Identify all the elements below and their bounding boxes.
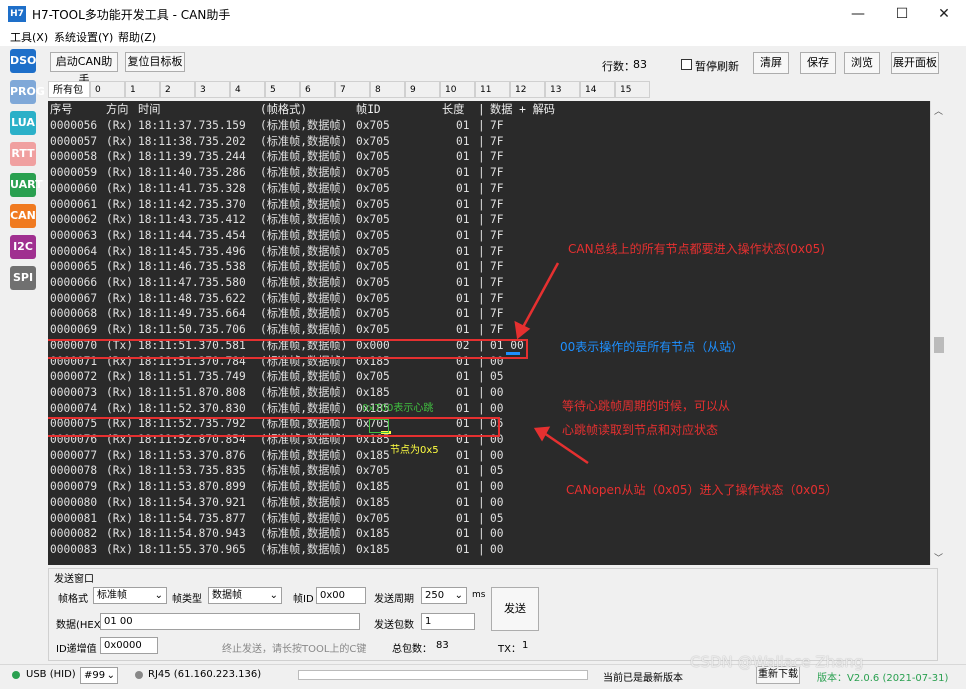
tab-9[interactable]: 9 <box>405 81 440 98</box>
menu-tools[interactable]: 工具(X) <box>10 29 48 45</box>
browse-button[interactable]: 浏览 <box>844 52 880 74</box>
total-label: 总包数： <box>392 644 432 655</box>
count-label: 发送包数 <box>374 620 414 631</box>
close-button[interactable]: ✕ <box>922 0 966 28</box>
total-value: 83 <box>436 640 449 651</box>
sidebar-item-spi[interactable]: SPI <box>10 266 36 290</box>
tab-5[interactable]: 5 <box>265 81 300 98</box>
data-hex-input[interactable]: 01 00 <box>100 613 360 630</box>
annotation-arrows <box>514 262 589 465</box>
sidebar-item-uart[interactable]: UART <box>10 173 43 197</box>
sidebar-item-lua[interactable]: LUA <box>10 111 36 135</box>
progress-bar <box>298 670 588 680</box>
tab-0[interactable]: 0 <box>90 81 125 98</box>
tx-value: 1 <box>522 640 529 651</box>
chevron-down-icon: ⌄ <box>106 670 115 681</box>
data-hex-label: 数据(HEX) <box>56 620 105 631</box>
tab-6[interactable]: 6 <box>300 81 335 98</box>
tab-all[interactable]: 所有包 <box>48 81 90 98</box>
sidebar-item-rtt[interactable]: RTT <box>10 142 36 166</box>
version-text: 版本：V2.0.6 (2021-07-31) <box>817 673 949 684</box>
tab-14[interactable]: 14 <box>580 81 615 98</box>
rows-value: 83 <box>633 58 647 71</box>
sidebar-item-i2c[interactable]: I2C <box>10 235 36 259</box>
expand-panel-button[interactable]: 展开面板 <box>891 52 939 74</box>
usb-status-dot <box>12 671 20 679</box>
period-unit: ms <box>472 590 486 600</box>
chevron-down-icon: ⌄ <box>269 590 278 601</box>
window-title: H7-TOOL多功能开发工具 - CAN助手 <box>32 8 231 22</box>
tab-7[interactable]: 7 <box>335 81 370 98</box>
watermark: CSDN @Wallace Zhang <box>690 653 864 671</box>
save-button[interactable]: 保存 <box>800 52 836 74</box>
menu-help[interactable]: 帮助(Z) <box>118 29 156 45</box>
tab-13[interactable]: 13 <box>545 81 580 98</box>
count-input[interactable]: 1 <box>421 613 475 630</box>
frame-format-label: 帧格式 <box>58 594 88 605</box>
period-select[interactable]: 250 ⌄ <box>421 587 467 604</box>
stop-hint: 终止发送，请长按TOOL上的C键 <box>222 644 367 655</box>
tab-2[interactable]: 2 <box>160 81 195 98</box>
tab-4[interactable]: 4 <box>230 81 265 98</box>
frame-id-label: 帧ID <box>293 594 314 605</box>
chevron-down-icon: ⌄ <box>154 590 163 601</box>
chevron-down-icon: ⌄ <box>454 590 463 601</box>
tab-3[interactable]: 3 <box>195 81 230 98</box>
send-button[interactable]: 发送 <box>491 587 539 631</box>
tab-11[interactable]: 11 <box>475 81 510 98</box>
scroll-up-icon[interactable]: ︿ <box>934 104 943 117</box>
tab-12[interactable]: 12 <box>510 81 545 98</box>
app-icon: H7 <box>8 6 26 22</box>
frame-type-select[interactable]: 数据帧 ⌄ <box>208 587 282 604</box>
pause-label: 暂停刷新 <box>695 60 739 73</box>
start-can-button[interactable]: 启动CAN助手 <box>50 52 118 86</box>
id-inc-input[interactable]: 0x0000 <box>100 637 158 654</box>
frame-id-input[interactable]: 0x00 <box>316 587 366 604</box>
tab-15[interactable]: 15 <box>615 81 650 98</box>
sidebar-item-dso[interactable]: DSO <box>10 49 36 73</box>
can-log-view[interactable]: 序号 方向 时间 (帧格式) 帧ID 长度 | 数据 + 解码 0000056(… <box>48 101 930 565</box>
sidebar-item-prog[interactable]: PROG <box>10 80 45 104</box>
menu-settings[interactable]: 系统设置(Y) <box>54 29 113 45</box>
tab-1[interactable]: 1 <box>125 81 160 98</box>
pause-checkbox[interactable] <box>681 59 692 70</box>
sidebar-item-can[interactable]: CAN <box>10 204 36 228</box>
frame-format-select[interactable]: 标准帧 ⌄ <box>93 587 167 604</box>
maximize-button[interactable]: ☐ <box>880 0 924 28</box>
id-inc-label: ID递增值 <box>56 644 97 655</box>
log-scrollbar[interactable]: ︿ ﹀ <box>930 101 947 565</box>
tab-10[interactable]: 10 <box>440 81 475 98</box>
clear-button[interactable]: 清屏 <box>753 52 789 74</box>
rows-label: 行数： <box>602 60 635 73</box>
latest-version-text: 当前已是最新版本 <box>603 673 683 684</box>
frame-type-label: 帧类型 <box>172 594 202 605</box>
rj45-status: RJ45 (61.160.223.136) <box>148 669 262 680</box>
device-select[interactable]: #99 ⌄ <box>80 667 118 684</box>
scroll-down-icon[interactable]: ﹀ <box>934 551 943 564</box>
minimize-button[interactable]: — <box>836 0 880 28</box>
send-panel-title: 发送窗口 <box>54 574 94 585</box>
tx-label: TX： <box>498 644 521 655</box>
tab-8[interactable]: 8 <box>370 81 405 98</box>
reset-target-button[interactable]: 复位目标板 <box>125 52 185 72</box>
rj45-status-dot <box>135 671 143 679</box>
scroll-thumb[interactable] <box>934 337 944 353</box>
period-label: 发送周期 <box>374 594 414 605</box>
usb-status: USB (HID) <box>26 669 76 680</box>
